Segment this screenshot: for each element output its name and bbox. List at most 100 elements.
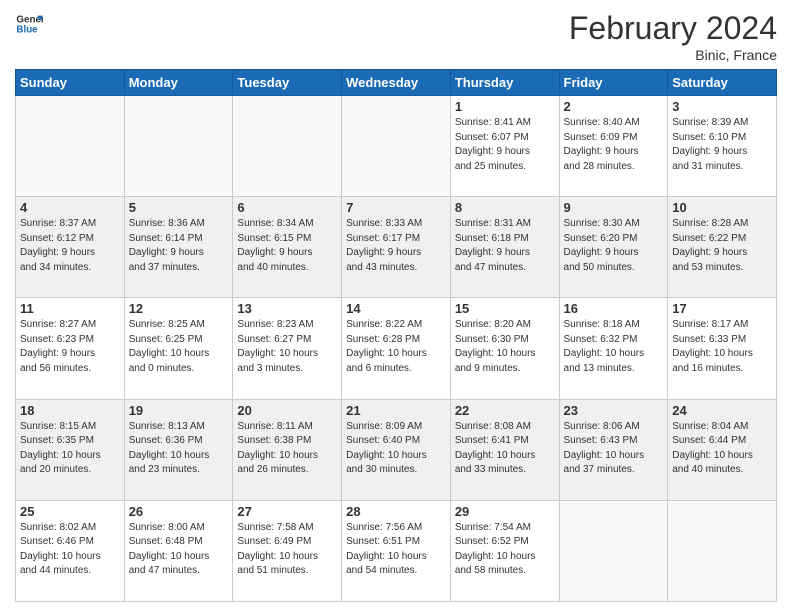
logo-icon: General Blue [15,10,43,38]
day-cell: 3 Sunrise: 8:39 AM Sunset: 6:10 PM Daylig… [668,96,777,197]
day-number: 26 [129,504,229,519]
day-number: 20 [237,403,337,418]
day-cell: 14 Sunrise: 8:22 AM Sunset: 6:28 PM Dayli… [342,298,451,399]
day-cell: 6Sunrise: 8:34 AM Sunset: 6:15 PM Daylig… [233,197,342,298]
day-info: Sunrise: 8:36 AM Sunset: 6:14 PM Dayligh… [129,217,229,275]
day-cell: 17 Sunrise: 8:17 AM Sunset: 6:33 PM Dayli… [668,298,777,399]
page: General Blue February 2024 Binic, France… [0,0,792,612]
calendar-table: Sunday Monday Tuesday Wednesday Thursday… [15,69,777,602]
day-cell: 12Sunrise: 8:25 AM Sunset: 6:25 PM Dayli… [124,298,233,399]
col-wednesday: Wednesday [342,70,451,96]
day-info: Sunrise: 7:58 AM Sunset: 6:49 PM Dayligh… [237,521,337,579]
day-cell: 25Sunrise: 8:02 AM Sunset: 6:46 PM Dayli… [16,500,125,601]
day-number: 4 [20,200,120,215]
day-info: Sunrise: 8:23 AM Sunset: 6:27 PM Dayligh… [237,318,337,376]
month-title: February 2024 [569,10,777,47]
day-info: Sunrise: 8:00 AM Sunset: 6:48 PM Dayligh… [129,521,229,579]
day-cell: 5 Sunrise: 8:36 AM Sunset: 6:14 PM Daylig… [124,197,233,298]
logo: General Blue [15,10,43,38]
day-number: 28 [346,504,446,519]
day-number: 22 [455,403,555,418]
day-info: Sunrise: 8:02 AM Sunset: 6:46 PM Dayligh… [20,521,120,579]
day-info: Sunrise: 8:31 AM Sunset: 6:18 PM Dayligh… [455,217,555,275]
day-number: 18 [20,403,120,418]
day-cell: 28 Sunrise: 7:56 AM Sunset: 6:51 PM Dayli… [342,500,451,601]
day-info: Sunrise: 8:17 AM Sunset: 6:33 PM Dayligh… [672,318,772,376]
day-number: 17 [672,301,772,316]
day-info: Sunrise: 8:09 AM Sunset: 6:40 PM Dayligh… [346,420,446,478]
day-info: Sunrise: 8:30 AM Sunset: 6:20 PM Dayligh… [564,217,664,275]
day-number: 2 [564,99,664,114]
day-cell: 16 Sunrise: 8:18 AM Sunset: 6:32 PM Dayli… [559,298,668,399]
day-cell: 27 Sunrise: 7:58 AM Sunset: 6:49 PM Dayli… [233,500,342,601]
day-info: Sunrise: 8:15 AM Sunset: 6:35 PM Dayligh… [20,420,120,478]
header-row: Sunday Monday Tuesday Wednesday Thursday… [16,70,777,96]
day-info: Sunrise: 8:39 AM Sunset: 6:10 PM Dayligh… [672,116,772,174]
day-cell: 2 Sunrise: 8:40 AM Sunset: 6:09 PM Daylig… [559,96,668,197]
day-number: 1 [455,99,555,114]
day-cell [342,96,451,197]
day-number: 19 [129,403,229,418]
day-info: Sunrise: 8:22 AM Sunset: 6:28 PM Dayligh… [346,318,446,376]
day-number: 9 [564,200,664,215]
week-row-0: 1 Sunrise: 8:41 AM Sunset: 6:07 PM Daylig… [16,96,777,197]
day-cell: 20Sunrise: 8:11 AM Sunset: 6:38 PM Dayli… [233,399,342,500]
day-cell: 8 Sunrise: 8:31 AM Sunset: 6:18 PM Daylig… [450,197,559,298]
day-info: Sunrise: 8:13 AM Sunset: 6:36 PM Dayligh… [129,420,229,478]
day-info: Sunrise: 7:54 AM Sunset: 6:52 PM Dayligh… [455,521,555,579]
day-number: 16 [564,301,664,316]
title-area: February 2024 Binic, France [569,10,777,63]
day-cell: 22 Sunrise: 8:08 AM Sunset: 6:41 PM Dayli… [450,399,559,500]
day-number: 24 [672,403,772,418]
day-number: 15 [455,301,555,316]
day-number: 13 [237,301,337,316]
day-number: 3 [672,99,772,114]
header: General Blue February 2024 Binic, France [15,10,777,63]
day-number: 14 [346,301,446,316]
col-tuesday: Tuesday [233,70,342,96]
day-cell: 18 Sunrise: 8:15 AM Sunset: 6:35 PM Dayli… [16,399,125,500]
day-number: 10 [672,200,772,215]
day-info: Sunrise: 8:33 AM Sunset: 6:17 PM Dayligh… [346,217,446,275]
day-info: Sunrise: 8:41 AM Sunset: 6:07 PM Dayligh… [455,116,555,174]
day-info: Sunrise: 8:20 AM Sunset: 6:30 PM Dayligh… [455,318,555,376]
day-cell [124,96,233,197]
col-monday: Monday [124,70,233,96]
day-info: Sunrise: 8:40 AM Sunset: 6:09 PM Dayligh… [564,116,664,174]
week-row-1: 4 Sunrise: 8:37 AM Sunset: 6:12 PM Daylig… [16,197,777,298]
day-number: 27 [237,504,337,519]
day-cell: 26 Sunrise: 8:00 AM Sunset: 6:48 PM Dayli… [124,500,233,601]
day-info: Sunrise: 8:25 AM Sunset: 6:25 PM Dayligh… [129,318,229,376]
day-cell [233,96,342,197]
day-number: 5 [129,200,229,215]
day-cell: 15 Sunrise: 8:20 AM Sunset: 6:30 PM Dayli… [450,298,559,399]
day-info: Sunrise: 8:37 AM Sunset: 6:12 PM Dayligh… [20,217,120,275]
day-number: 8 [455,200,555,215]
week-row-3: 18 Sunrise: 8:15 AM Sunset: 6:35 PM Dayli… [16,399,777,500]
col-saturday: Saturday [668,70,777,96]
week-row-2: 11 Sunrise: 8:27 AM Sunset: 6:23 PM Dayli… [16,298,777,399]
day-number: 6 [237,200,337,215]
day-number: 21 [346,403,446,418]
day-cell: 10Sunrise: 8:28 AM Sunset: 6:22 PM Dayli… [668,197,777,298]
day-info: Sunrise: 8:08 AM Sunset: 6:41 PM Dayligh… [455,420,555,478]
day-cell: 13 Sunrise: 8:23 AM Sunset: 6:27 PM Dayli… [233,298,342,399]
day-number: 7 [346,200,446,215]
day-cell: 21 Sunrise: 8:09 AM Sunset: 6:40 PM Dayli… [342,399,451,500]
col-thursday: Thursday [450,70,559,96]
day-info: Sunrise: 8:27 AM Sunset: 6:23 PM Dayligh… [20,318,120,376]
week-row-4: 25Sunrise: 8:02 AM Sunset: 6:46 PM Dayli… [16,500,777,601]
day-number: 11 [20,301,120,316]
day-cell [668,500,777,601]
day-cell: 9 Sunrise: 8:30 AM Sunset: 6:20 PM Daylig… [559,197,668,298]
day-cell: 23Sunrise: 8:06 AM Sunset: 6:43 PM Dayli… [559,399,668,500]
day-cell [559,500,668,601]
day-info: Sunrise: 7:56 AM Sunset: 6:51 PM Dayligh… [346,521,446,579]
day-cell: 29Sunrise: 7:54 AM Sunset: 6:52 PM Dayli… [450,500,559,601]
col-friday: Friday [559,70,668,96]
day-info: Sunrise: 8:18 AM Sunset: 6:32 PM Dayligh… [564,318,664,376]
day-cell: 1 Sunrise: 8:41 AM Sunset: 6:07 PM Daylig… [450,96,559,197]
location: Binic, France [569,47,777,63]
day-cell [16,96,125,197]
col-sunday: Sunday [16,70,125,96]
